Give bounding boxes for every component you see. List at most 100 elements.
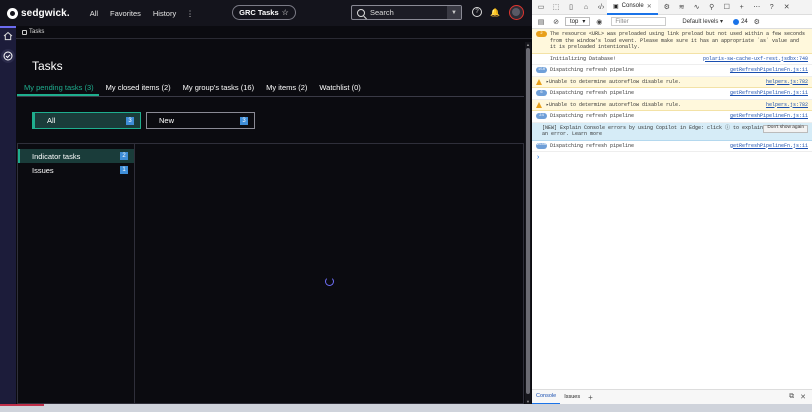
breadcrumb-label[interactable]: Tasks: [29, 29, 44, 35]
application-icon[interactable]: ☐: [721, 1, 733, 13]
filter-new-button[interactable]: New 3: [146, 112, 255, 129]
filter-all-button[interactable]: All 3: [32, 112, 141, 129]
log-levels-dropdown[interactable]: Default levels ▾: [682, 18, 723, 25]
tab-console[interactable]: ▣ Console ✕: [607, 0, 658, 15]
page-scrollbar[interactable]: ▲ ▼: [525, 42, 531, 404]
breadcrumb-page-icon: [22, 29, 27, 35]
search-scope-dropdown[interactable]: ▼: [447, 6, 461, 19]
context-selector[interactable]: top ▾: [565, 17, 591, 26]
message-text: The resource <URL> was preloaded using l…: [550, 31, 806, 50]
scrollbar-thumb[interactable]: [526, 48, 530, 394]
close-icon[interactable]: ✕: [647, 3, 652, 10]
close-drawer-icon[interactable]: ✕: [800, 393, 806, 401]
brand-logo[interactable]: sedgwick.: [7, 7, 70, 19]
drawer-tab-console[interactable]: Console: [532, 390, 561, 405]
clear-console-icon[interactable]: ⊘: [550, 16, 562, 28]
star-icon[interactable]: ☆: [282, 8, 289, 17]
nav-more-icon[interactable]: ⋮: [182, 9, 198, 18]
global-search[interactable]: Search ▼: [351, 5, 462, 20]
gear-icon[interactable]: ⚙: [751, 16, 763, 28]
help-icon[interactable]: ?: [472, 7, 482, 17]
network-wifi-icon[interactable]: ≋: [676, 1, 688, 13]
task-list-panel: Indicator tasks 2 Issues 1: [17, 143, 524, 404]
console-message[interactable]: ▸Unable to determine autoreflow disable …: [532, 99, 812, 111]
issues-counter[interactable]: 24: [733, 18, 748, 25]
rail-accent: [0, 26, 16, 28]
message-source-link[interactable]: polaris-sw-cache-uxf-rest.jsdbx:740: [703, 56, 808, 63]
breadcrumb: Tasks: [16, 26, 532, 39]
issues-count: 24: [741, 18, 748, 25]
memory-icon[interactable]: ⚲: [706, 1, 718, 13]
category-label: Issues: [32, 165, 54, 175]
console-filter-input[interactable]: Filter: [611, 17, 667, 26]
category-label: Indicator tasks: [32, 151, 81, 161]
message-source-link[interactable]: getRefreshPipelineFn.js:11: [730, 143, 808, 150]
elements-code-icon[interactable]: ‹/›: [595, 1, 607, 13]
message-source-link[interactable]: getRefreshPipelineFn.js:11: [730, 113, 808, 120]
filter-all-label: All: [47, 116, 56, 125]
sidebar-toggle-icon[interactable]: ▤: [535, 16, 547, 28]
console-message[interactable]: 150 Dispatching refresh pipeline getRefr…: [532, 65, 812, 77]
tab-my-groups-tasks[interactable]: My group's tasks (16): [176, 83, 259, 96]
message-count: 2686: [536, 142, 547, 149]
console-message[interactable]: 24 Dispatching refresh pipeline getRefre…: [532, 111, 812, 123]
console-message[interactable]: Initializing Database! polaris-sw-cache-…: [532, 54, 812, 65]
add-tab-icon[interactable]: +: [736, 1, 748, 13]
message-text: Initializing Database!: [550, 55, 617, 62]
home-icon[interactable]: [1, 29, 15, 43]
console-message[interactable]: 2686 Dispatching refresh pipeline getRef…: [532, 141, 812, 152]
user-avatar[interactable]: [509, 5, 524, 20]
tab-my-items[interactable]: My items (2): [259, 83, 312, 96]
performance-icon[interactable]: ∿: [691, 1, 703, 13]
console-message[interactable]: 2 The resource <URL> was preloaded using…: [532, 29, 812, 54]
sources-icon[interactable]: ⚙: [661, 1, 673, 13]
main-nav: All Favorites History ⋮: [84, 9, 198, 18]
close-devtools-icon[interactable]: ✕: [781, 1, 793, 13]
home-icon[interactable]: ⌂: [580, 1, 592, 13]
app-scope-chip[interactable]: GRC Tasks ☆: [232, 5, 296, 20]
app-chip-label: GRC Tasks: [239, 8, 279, 17]
device-toggle-icon[interactable]: ▭: [535, 1, 547, 13]
filter-new-label: New: [159, 116, 175, 125]
dont-show-again-button[interactable]: Don't show again: [763, 124, 808, 133]
tab-my-closed-items[interactable]: My closed items (2): [99, 83, 176, 96]
message-source-link[interactable]: helpers.js:782: [766, 102, 808, 109]
more-icon[interactable]: ⋯: [751, 1, 763, 13]
category-issues[interactable]: Issues 1: [18, 163, 134, 177]
sedgwick-logo-icon: [7, 7, 18, 19]
message-text: Dispatching refresh pipeline: [550, 113, 635, 119]
category-indicator-tasks[interactable]: Indicator tasks 2: [18, 149, 134, 163]
drawer-tab-issues[interactable]: Issues: [560, 390, 584, 405]
console-messages: 2 The resource <URL> was preloaded using…: [532, 29, 812, 389]
nav-favorites[interactable]: Favorites: [104, 9, 147, 18]
task-tabs: My pending tasks (3) My closed items (2)…: [17, 83, 524, 97]
add-drawer-tab-icon[interactable]: +: [588, 393, 593, 402]
message-source-link[interactable]: getRefreshPipelineFn.js:11: [730, 90, 808, 97]
taskbar-accent: [0, 404, 44, 406]
dock-icon[interactable]: ⧉: [789, 393, 794, 401]
console-filter-bar: ▤ ⊘ top ▾ ◉ Filter Default levels ▾ 24 ⚙: [532, 15, 812, 29]
console-prompt-input[interactable]: ›: [532, 152, 812, 164]
bell-icon[interactable]: 🔔: [490, 7, 500, 17]
console-message[interactable]: 6 Dispatching refresh pipeline getRefres…: [532, 88, 812, 100]
tab-console-label: Console: [621, 3, 644, 9]
nav-all[interactable]: All: [84, 9, 104, 18]
message-text: ▸Unable to determine autoreflow disable …: [546, 101, 682, 108]
scroll-up-icon[interactable]: ▲: [526, 42, 530, 47]
devtools-toolbar: ▭ ⬚ ▯ ⌂ ‹/› ▣ Console ✕ ⚙ ≋ ∿ ⚲ ☐ + ⋯ ? …: [532, 0, 812, 15]
inspect-element-icon[interactable]: ⬚: [550, 1, 562, 13]
tasks-check-icon[interactable]: [1, 49, 15, 63]
os-taskbar: [0, 404, 812, 412]
message-source-link[interactable]: getRefreshPipelineFn.js:11: [730, 67, 808, 74]
tab-watchlist[interactable]: Watchlist (0): [312, 83, 365, 96]
mobile-icon[interactable]: ▯: [565, 1, 577, 13]
tab-my-pending-tasks[interactable]: My pending tasks (3): [17, 83, 99, 96]
console-message[interactable]: ▸Unable to determine autoreflow disable …: [532, 76, 812, 88]
brand-name: sedgwick.: [21, 7, 70, 19]
message-source-link[interactable]: helpers.js:782: [766, 79, 808, 86]
help-icon[interactable]: ?: [766, 1, 778, 13]
filter-new-count: 3: [240, 116, 248, 125]
eye-icon[interactable]: ◉: [593, 16, 605, 28]
nav-history[interactable]: History: [147, 9, 182, 18]
warning-icon: [536, 101, 543, 108]
